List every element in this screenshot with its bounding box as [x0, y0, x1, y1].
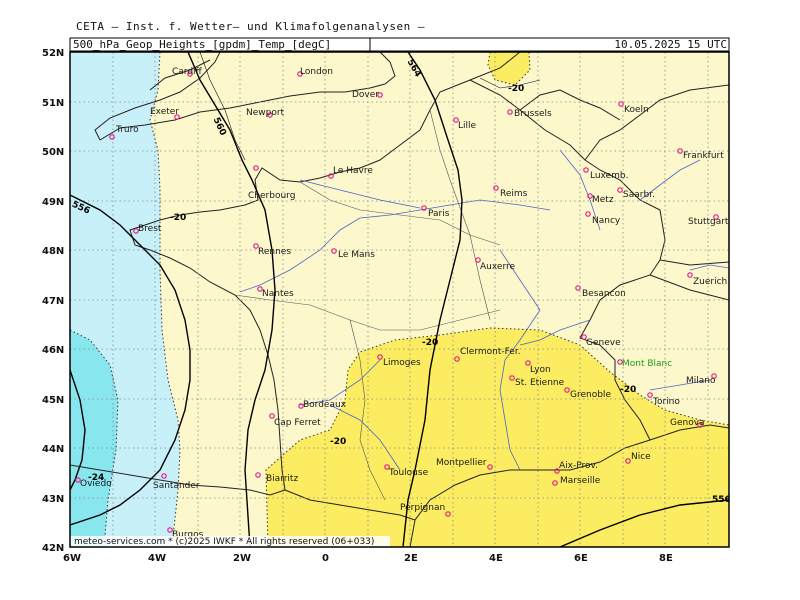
lat-label: 47N: [42, 296, 64, 307]
lat-label: 49N: [42, 197, 64, 208]
city-label: Brussels: [514, 109, 552, 119]
city-label: Metz: [592, 195, 614, 205]
city-label: Clermont-Fer.: [460, 347, 521, 357]
city-label: Reims: [500, 189, 528, 199]
city-label: Perpignan: [400, 503, 445, 513]
city-label: Montpellier: [436, 458, 487, 468]
lat-label: 46N: [42, 345, 64, 356]
temp-label: -20: [508, 84, 524, 94]
city-label: Santander: [153, 481, 200, 491]
city-label: Le Havre: [333, 166, 373, 176]
city-label: Biarritz: [266, 474, 298, 484]
lon-label: 6E: [574, 553, 588, 564]
lat-label: 51N: [42, 98, 64, 109]
lat-label: 43N: [42, 494, 64, 505]
city-label: Limoges: [383, 358, 421, 368]
header-right-box: [369, 37, 730, 52]
city-label: Cherbourg: [248, 191, 295, 201]
city-label: Luxemb.: [590, 171, 629, 181]
city-label: Nice: [631, 452, 651, 462]
contour-label-556: 556: [712, 495, 731, 505]
lon-label: 6W: [63, 553, 81, 564]
longitude-labels: 6W 4W 2W 0 2E 4E 6E 8E: [63, 553, 673, 564]
city-label: Lyon: [530, 365, 551, 375]
city-label: Grenoble: [570, 390, 611, 400]
city-label: Toulouse: [388, 468, 429, 478]
lon-label: 2W: [233, 553, 251, 564]
city-label: Geneve: [586, 338, 621, 348]
city-label: Zuerich: [693, 277, 727, 287]
temp-label: -20: [330, 437, 346, 447]
city-label: Genova: [670, 418, 705, 428]
header-left-box: [69, 37, 371, 52]
city-label: Brest: [138, 224, 162, 234]
city-label: Nancy: [592, 216, 621, 226]
city-label: Besancon: [582, 289, 626, 299]
city-label: Lille: [458, 121, 477, 131]
city-label: Auxerre: [480, 262, 515, 272]
city-label: Nantes: [262, 289, 294, 299]
lon-label: 4E: [489, 553, 503, 564]
city-label: Stuttgart: [688, 217, 729, 227]
city-label: Cardiff: [172, 67, 203, 77]
latitude-labels: 52N 51N 50N 49N 48N 47N 46N 45N 44N 43N …: [42, 48, 64, 554]
city-label: Marseille: [560, 476, 601, 486]
temp-label: -20: [170, 213, 186, 223]
city-label: St. Etienne: [515, 378, 565, 388]
copyright-footer: meteo-services.com * (c)2025 IWKF * All …: [74, 537, 374, 547]
city-label: Truro: [115, 125, 139, 135]
temp-label: -20: [620, 385, 636, 395]
city-label: Bordeaux: [303, 400, 347, 410]
city-label: Torino: [652, 397, 680, 407]
city-label: Mont Blanc: [622, 359, 672, 369]
weather-map: 564 560 556 556 -20 -20 -20 -20 -20 -24 …: [42, 37, 731, 564]
lat-label: 42N: [42, 543, 64, 554]
city-label: Aix-Prov.: [559, 461, 598, 471]
lon-label: 0: [322, 553, 329, 564]
city-label: Frankfurt: [683, 151, 724, 161]
lon-label: 4W: [148, 553, 166, 564]
city-label: Le Mans: [338, 250, 375, 260]
lat-label: 48N: [42, 246, 64, 257]
lat-label: 50N: [42, 147, 64, 158]
lat-label: 52N: [42, 48, 64, 59]
lat-label: 45N: [42, 395, 64, 406]
city-label: London: [300, 67, 333, 77]
city-label: Milano: [686, 376, 716, 386]
lon-label: 2E: [404, 553, 418, 564]
city-label: Dover: [352, 90, 379, 100]
city-label: Koeln: [624, 105, 649, 115]
city-label: Oviedo: [80, 479, 112, 489]
temp-label: -20: [422, 338, 438, 348]
city-label: Paris: [428, 209, 450, 219]
city-label: Rennes: [258, 247, 291, 257]
lat-label: 44N: [42, 444, 64, 455]
lon-label: 8E: [659, 553, 673, 564]
city-label: Exeter: [150, 107, 179, 117]
city-label: Saarbr.: [623, 190, 655, 200]
city-label: Cap Ferret: [274, 418, 321, 428]
city-label: Newport: [246, 108, 285, 118]
